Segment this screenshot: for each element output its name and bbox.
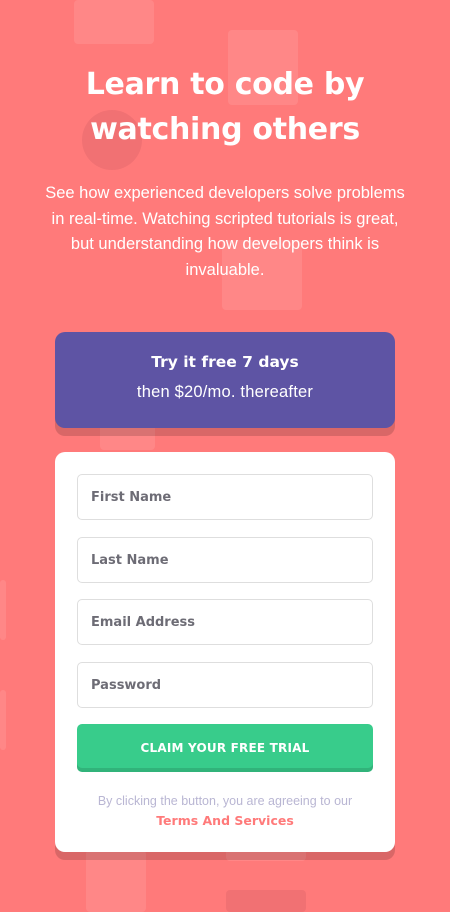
last-name-input[interactable] — [77, 537, 373, 583]
signup-form: CLAIM YOUR FREE TRIAL By clicking the bu… — [55, 452, 395, 852]
background-edge-shape — [0, 580, 6, 640]
terms-and-services-link[interactable]: Terms And Services — [71, 811, 379, 830]
trial-banner-price-text: then $20/mo. thereafter — [136, 383, 314, 401]
password-input[interactable] — [77, 662, 373, 708]
background-edge-shape — [0, 690, 6, 750]
background-plug-icon — [86, 850, 146, 912]
email-input[interactable] — [77, 599, 373, 645]
trial-banner: Try it free 7 days then $20/mo. thereaft… — [55, 332, 395, 428]
hero-title: Learn to code by watching others — [85, 67, 365, 147]
trial-banner-strong-text: Try it free 7 days — [151, 353, 299, 371]
claim-free-trial-button[interactable]: CLAIM YOUR FREE TRIAL — [77, 724, 373, 772]
legal-text: By clicking the button, you are agreeing… — [97, 794, 353, 808]
legal-notice: By clicking the button, you are agreeing… — [71, 792, 379, 830]
first-name-input[interactable] — [77, 474, 373, 520]
hero-description: See how experienced developers solve pro… — [45, 184, 405, 279]
background-home-icon — [74, 0, 154, 44]
background-terminal-icon — [226, 890, 306, 912]
